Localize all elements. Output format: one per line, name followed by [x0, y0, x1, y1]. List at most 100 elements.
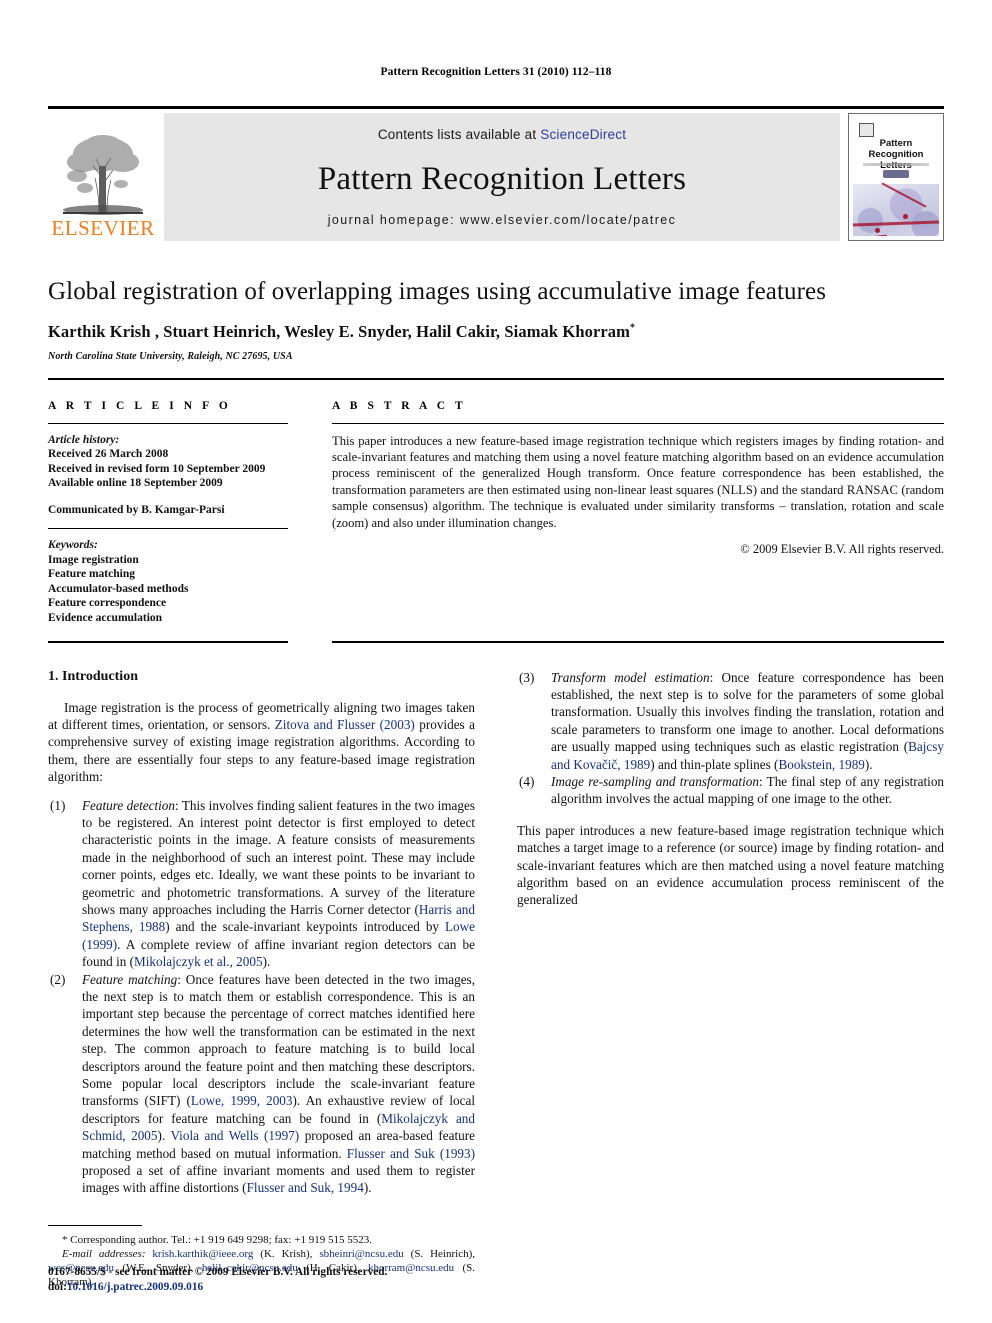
elsevier-wordmark: ELSEVIER [51, 216, 155, 240]
keyword-item: Evidence accumulation [48, 611, 163, 624]
body-top-rules [48, 641, 944, 643]
contents-line: Contents lists available at ScienceDirec… [378, 127, 626, 142]
cover-publisher-badge-icon [859, 123, 874, 137]
keyword-item: Feature matching [48, 568, 135, 580]
citation-link[interactable]: Viola and Wells (1997) [170, 1128, 299, 1143]
doi-line: doi:10.1016/j.patrec.2009.09.016 [48, 1280, 548, 1295]
cover-streak [860, 234, 887, 236]
body-column-left: 1. Introduction Image registration is th… [48, 669, 475, 1197]
doi-label: doi: [48, 1281, 67, 1293]
cover-streak [853, 220, 939, 227]
keywords-block: Keywords: Image registration Feature mat… [48, 538, 288, 625]
issn-line: 0167-8655/$ - see front matter © 2009 El… [48, 1266, 388, 1278]
sciencedirect-link[interactable]: ScienceDirect [540, 127, 626, 142]
cover-subtitle-bar [863, 163, 929, 166]
elsevier-logo: ELSEVIER [48, 113, 158, 241]
citation-link[interactable]: Flusser and Suk (1993) [347, 1146, 475, 1161]
footnote-rule [48, 1225, 142, 1226]
abstract-column: A B S T R A C T This paper introduces a … [332, 400, 944, 626]
corresponding-text: Corresponding author. Tel.: +1 919 649 9… [70, 1234, 372, 1246]
copyright-line: © 2009 Elsevier B.V. All rights reserved… [740, 541, 944, 556]
steps-list: (1) Feature detection: This involves find… [48, 797, 475, 1197]
email-owner: (K. Krish), [253, 1248, 320, 1260]
communicated-by: Communicated by B. Kamgar-Parsi [48, 503, 225, 516]
cover-dot [875, 228, 881, 233]
cover-secondary-logo-icon [883, 170, 909, 178]
history-item: Received in revised form 10 September 20… [48, 462, 266, 475]
cover-inner: Pattern Recognition Letters [853, 118, 939, 236]
email-owner: (S. Heinrich), [403, 1248, 475, 1260]
step-text: : This involves finding salient features… [82, 797, 475, 917]
cover-title-line1: Pattern Recognition [868, 138, 924, 160]
contents-prefix: Contents lists available at [377, 127, 541, 142]
history-item: Available online 18 September 2009 [48, 477, 223, 489]
doi-link[interactable]: 10.1016/j.patrec.2009.09.016 [67, 1281, 203, 1293]
masthead-top-rule [48, 106, 944, 109]
list-item: (2) Feature matching: Once features have … [48, 971, 475, 1197]
body-column-right: (3) Transform model estimation: Once feat… [517, 669, 944, 1197]
cover-artwork [853, 182, 939, 236]
corresponding-author-note: * Corresponding author. Tel.: +1 919 649… [48, 1233, 475, 1247]
journal-masthead: ELSEVIER Contents lists available at Sci… [48, 113, 944, 241]
masthead-band: Contents lists available at ScienceDirec… [164, 113, 840, 241]
closing-paragraph: This paper introduces a new feature-base… [517, 822, 944, 908]
body-rule-left [48, 641, 288, 643]
email-link[interactable]: sbheinri@ncsu.edu [319, 1248, 403, 1260]
asterisk-icon: * [62, 1234, 68, 1246]
page-title: Global registration of overlapping image… [48, 278, 827, 305]
body-columns: 1. Introduction Image registration is th… [48, 669, 944, 1197]
info-abstract-section: A R T I C L E I N F O Article history: R… [48, 400, 944, 626]
article-info-heading: A R T I C L E I N F O [48, 399, 232, 412]
list-item: (4) Image re-sampling and transformation:… [517, 773, 944, 808]
cover-dot [902, 214, 908, 219]
imprint-block: 0167-8655/$ - see front matter © 2009 El… [48, 1265, 548, 1295]
article-info-rule [48, 422, 288, 424]
step-text: ). [363, 1180, 372, 1196]
intro-paragraph: Image registration is the process of geo… [48, 699, 475, 786]
citation-link[interactable]: Zitova and Flusser (2003) [275, 717, 415, 732]
history-item: Received 26 March 2008 [48, 448, 169, 460]
list-item: (1) Feature detection: This involves find… [48, 797, 475, 971]
paper-page: Pattern Recognition Letters 31 (2010) 11… [0, 0, 992, 1323]
title-block: Global registration of overlapping image… [48, 277, 944, 362]
affiliation: North Carolina State University, Raleigh… [48, 351, 293, 362]
keywords-rule [48, 528, 288, 529]
running-head: Pattern Recognition Letters 31 (2010) 11… [380, 66, 612, 78]
elsevier-tree-icon [63, 135, 143, 215]
step-number: (4) [519, 773, 535, 789]
keyword-item: Image registration [48, 553, 139, 566]
step-number: (3) [519, 669, 535, 685]
abstract-heading: A B S T R A C T [332, 399, 467, 412]
step-title: Feature detection [82, 797, 175, 813]
article-info-column: A R T I C L E I N F O Article history: R… [48, 400, 288, 626]
citation-link[interactable]: Bookstein, 1989 [778, 757, 864, 772]
citation-link[interactable]: Lowe, 1999, 2003 [191, 1093, 293, 1108]
step-text: ). [157, 1128, 171, 1144]
title-bottom-rule [48, 378, 944, 380]
section-heading: 1. Introduction [48, 668, 138, 684]
step-text: : Once features have been detected in th… [82, 971, 475, 1109]
step-number: (1) [50, 797, 66, 813]
journal-title: Pattern Recognition Letters [317, 161, 687, 197]
citation-link[interactable]: Mikolajczyk et al., 2005 [134, 954, 263, 969]
step-text: ) and the scale-invariant keypoints intr… [165, 919, 445, 935]
cover-streak [881, 182, 927, 208]
email-link[interactable]: krish.karthik@ieee.org [152, 1248, 253, 1260]
journal-cover-thumbnail: Pattern Recognition Letters [848, 113, 944, 241]
step-text: ) and thin-plate splines ( [650, 756, 779, 772]
author-names: Karthik Krish , Stuart Heinrich, Wesley … [48, 322, 630, 341]
step-text: ). [864, 756, 873, 772]
journal-homepage-link[interactable]: journal homepage: www.elsevier.com/locat… [328, 213, 677, 227]
article-history-label: Article history: [48, 433, 120, 446]
keyword-item: Feature correspondence [48, 597, 167, 609]
step-title: Feature matching [82, 971, 178, 987]
step-number: (2) [50, 971, 66, 987]
list-item: (3) Transform model estimation: Once feat… [517, 669, 944, 773]
article-history-block: Article history: Received 26 March 2008 … [48, 433, 288, 518]
citation-link[interactable]: Flusser and Suk, 1994 [247, 1180, 364, 1195]
author-list: Karthik Krish , Stuart Heinrich, Wesley … [48, 322, 944, 342]
abstract-text: This paper introduces a new feature-base… [332, 433, 944, 530]
step-title: Image re-sampling and transformation [551, 773, 759, 789]
step-title: Transform model estimation [551, 669, 710, 685]
